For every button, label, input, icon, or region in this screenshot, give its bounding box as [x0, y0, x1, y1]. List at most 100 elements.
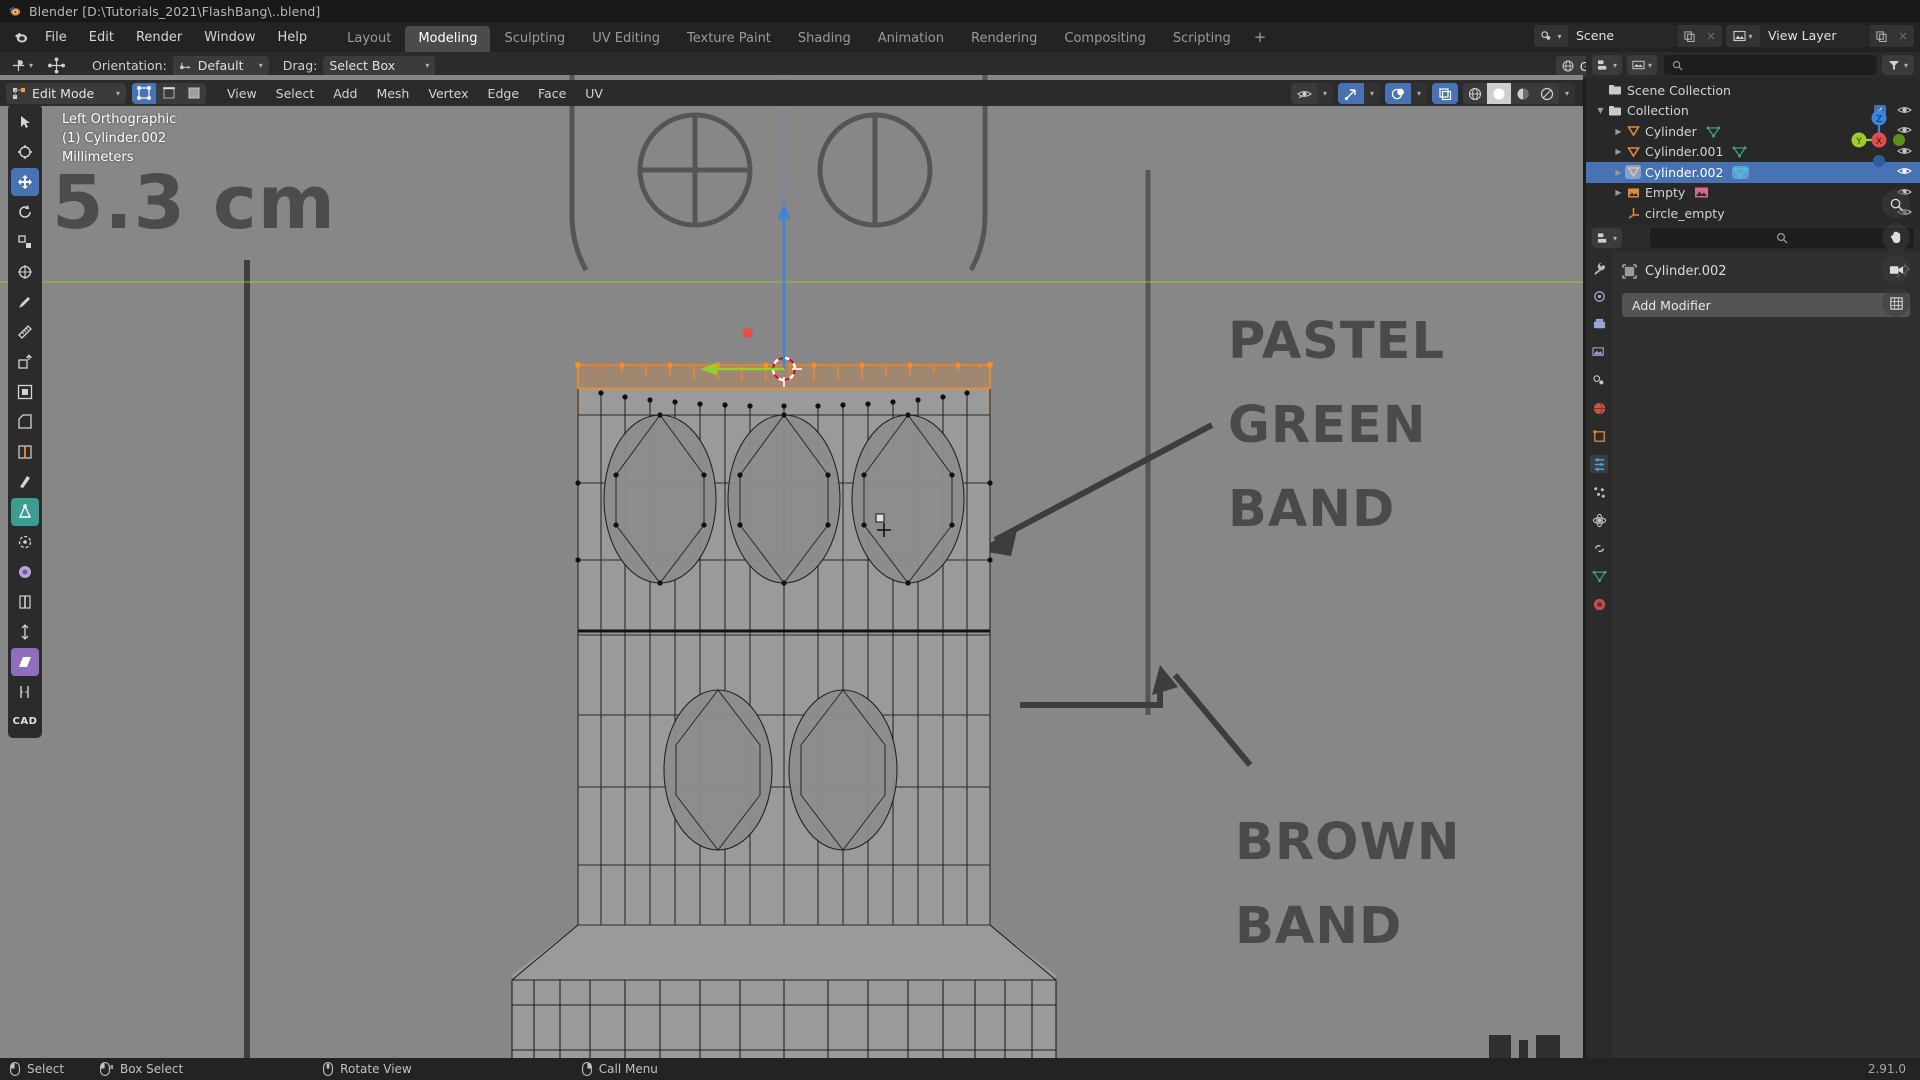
cad-tool[interactable]: CAD [11, 708, 39, 734]
overlays-group[interactable]: ▾ [1385, 83, 1427, 104]
rotate-tool[interactable] [11, 198, 39, 226]
menu-render[interactable]: Render [125, 27, 193, 48]
viewport-menu-face[interactable]: Face [529, 83, 575, 104]
shrink-fatten-tool[interactable] [11, 618, 39, 646]
properties-search-input[interactable] [1650, 228, 1914, 248]
drag-dropdown[interactable]: Select Box ▾ [323, 55, 436, 76]
tab-layout[interactable]: Layout [334, 26, 404, 52]
tab-sculpting[interactable]: Sculpting [491, 26, 578, 52]
mesh-select-mode-group[interactable] [132, 82, 206, 104]
viewport-menu-add[interactable]: Add [324, 83, 366, 104]
remove-view-layer-button[interactable]: × [1892, 25, 1914, 47]
particles-tab[interactable] [1590, 483, 1608, 501]
tab-texture-paint[interactable]: Texture Paint [674, 26, 784, 52]
toggle-camera-view-button[interactable] [1882, 256, 1910, 284]
menu-file[interactable]: File [34, 27, 78, 48]
vertex-select-mode-button[interactable] [132, 82, 156, 104]
output-tab[interactable] [1590, 315, 1608, 333]
world-tab[interactable] [1590, 399, 1608, 417]
tab-shading[interactable]: Shading [785, 26, 864, 52]
scene-icon[interactable]: ▾ [1534, 25, 1568, 47]
expand-triangle-icon[interactable]: ▶ [1612, 188, 1625, 197]
transform-tool[interactable] [11, 258, 39, 286]
show-overlays-icon[interactable] [1385, 83, 1411, 104]
expand-triangle-icon[interactable]: ▶ [1612, 168, 1625, 177]
mesh-data-icon[interactable] [1706, 125, 1721, 138]
shear-tool[interactable] [11, 648, 39, 676]
scene-tab[interactable] [1590, 371, 1608, 389]
expand-triangle-icon[interactable]: ▶ [1612, 127, 1625, 136]
toggle-xray-icon[interactable] [1432, 83, 1458, 104]
viewport-menu-select[interactable]: Select [267, 83, 324, 104]
shading-rendered-icon[interactable] [1535, 83, 1559, 104]
tweak-tool[interactable] [11, 108, 39, 136]
annotate-tool[interactable] [11, 288, 39, 316]
physics-tab[interactable] [1590, 511, 1608, 529]
smooth-tool[interactable] [11, 558, 39, 586]
outliner-row-empty[interactable]: ▶ Empty [1586, 183, 1920, 204]
shading-wireframe-icon[interactable] [1463, 83, 1487, 104]
extrude-region-tool[interactable] [11, 348, 39, 376]
menu-help[interactable]: Help [267, 27, 319, 48]
spin-tool[interactable] [11, 528, 39, 556]
scene-selector[interactable]: ▾ Scene × [1534, 25, 1722, 47]
edge-select-mode-button[interactable] [157, 82, 181, 104]
poly-build-tool[interactable] [11, 498, 39, 526]
view-layer-selector[interactable]: ▾ View Layer × [1726, 25, 1914, 47]
knife-tool[interactable] [11, 468, 39, 496]
outliner-filter-button[interactable]: ▾ [1881, 55, 1914, 75]
show-gizmo-icon[interactable] [1338, 83, 1364, 104]
viewport-shading-group[interactable]: ▾ [1463, 83, 1575, 104]
outliner-row-circle-empty[interactable]: circle_empty [1586, 203, 1920, 224]
menu-window[interactable]: Window [193, 27, 266, 48]
view-layer-tab[interactable] [1590, 343, 1608, 361]
data-tab[interactable] [1590, 567, 1608, 585]
properties-editor-type-button[interactable]: ▾ [1592, 228, 1623, 248]
viewport-axis-gizmo[interactable]: Z Y X [1851, 105, 1914, 175]
gizmo-dropdown-caret[interactable]: ▾ [1364, 83, 1380, 104]
add-modifier-button[interactable]: Add Modifier ▾ [1622, 293, 1910, 317]
view-layer-name[interactable]: View Layer [1760, 25, 1870, 47]
active-tool-icon[interactable]: ▾ [6, 55, 37, 76]
add-workspace-button[interactable]: + [1245, 25, 1276, 49]
measure-tool[interactable] [11, 318, 39, 346]
tab-animation[interactable]: Animation [865, 26, 957, 52]
tab-compositing[interactable]: Compositing [1051, 26, 1159, 52]
mesh-edit-cage[interactable] [0, 75, 1583, 1060]
shading-dropdown-caret[interactable]: ▾ [1559, 83, 1575, 104]
viewport-menu-uv[interactable]: UV [576, 83, 612, 104]
viewport-menu-view[interactable]: View [218, 83, 266, 104]
viewport-menu-vertex[interactable]: Vertex [419, 83, 477, 104]
new-view-layer-icon[interactable] [1870, 25, 1892, 47]
view-layer-icon[interactable]: ▾ [1726, 25, 1760, 47]
blender-menu-icon[interactable] [8, 26, 34, 48]
image-data-icon[interactable] [1694, 186, 1709, 199]
loop-cut-tool[interactable] [11, 438, 39, 466]
outliner-editor-type-button[interactable]: ▾ [1592, 55, 1623, 75]
bevel-tool[interactable] [11, 408, 39, 436]
new-scene-icon[interactable] [1678, 25, 1700, 47]
visibility-dropdown-caret[interactable]: ▾ [1317, 83, 1333, 104]
face-select-mode-button[interactable] [182, 82, 206, 104]
expand-triangle-icon[interactable]: ▶ [1612, 147, 1625, 156]
object-tab[interactable] [1590, 427, 1608, 445]
inset-faces-tool[interactable] [11, 378, 39, 406]
viewport-menu-edge[interactable]: Edge [479, 83, 528, 104]
zoom-view-button[interactable] [1882, 190, 1910, 218]
gizmo-group[interactable]: ▾ [1338, 83, 1380, 104]
menu-edit[interactable]: Edit [78, 27, 125, 48]
viewport-menu-mesh[interactable]: Mesh [367, 83, 418, 104]
rip-region-tool[interactable] [11, 678, 39, 706]
material-tab[interactable] [1590, 595, 1608, 613]
cursor-tool[interactable] [11, 138, 39, 166]
interaction-mode-dropdown[interactable]: Edit Mode ▾ [6, 82, 126, 104]
remove-scene-button[interactable]: × [1700, 25, 1722, 47]
orientation-dropdown[interactable]: Default ▾ [172, 55, 269, 76]
tab-scripting[interactable]: Scripting [1160, 26, 1244, 52]
expand-triangle-icon[interactable]: ▼ [1594, 106, 1607, 115]
edge-slide-tool[interactable] [11, 588, 39, 616]
move-gizmo-icon[interactable] [43, 55, 70, 76]
tab-modeling[interactable]: Modeling [405, 26, 491, 52]
shading-solid-icon[interactable] [1487, 83, 1511, 104]
modifier-tab[interactable] [1590, 455, 1608, 473]
